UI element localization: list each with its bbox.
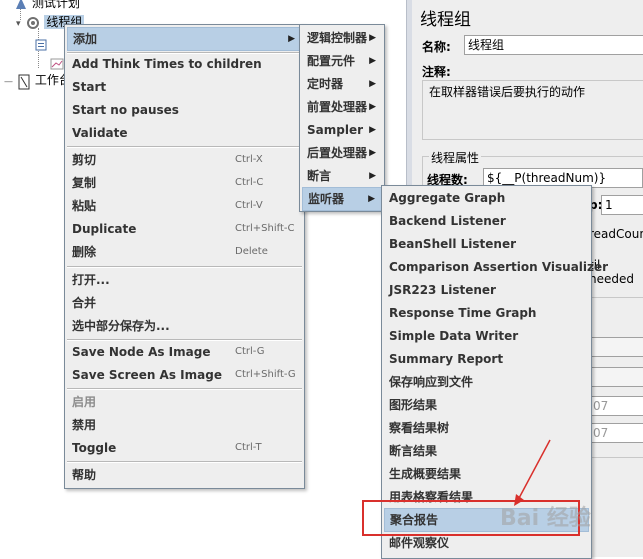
date-field-1[interactable]: 07 (589, 396, 643, 416)
name-label: 名称: (422, 40, 451, 54)
ramp-up-input[interactable]: 1 (601, 195, 643, 215)
listener-jsr223[interactable]: JSR223 Listener (384, 279, 589, 301)
tree-item-label: 测试计划 (32, 0, 81, 10)
menu-item-save-screen-image[interactable]: Save Screen As Image Ctrl+Shift-G (67, 364, 302, 386)
menu-item-merge[interactable]: 合并 (67, 292, 302, 314)
menu-item-validate[interactable]: Validate (67, 122, 302, 144)
watermark: Bai 经验 (500, 506, 591, 531)
panel-title: 线程组 (420, 10, 471, 30)
gear-icon (26, 16, 40, 30)
end-time-input[interactable] (589, 367, 643, 387)
submenu-item-timer[interactable]: 定时器 ▶ (302, 73, 382, 95)
workbench-icon (17, 74, 31, 89)
chevron-right-icon: ▶ (369, 148, 376, 158)
add-submenu: 逻辑控制器 ▶ 配置元件 ▶ 定时器 ▶ 前置处理器 ▶ Sampler ▶ 后置处理器 ▶… (299, 24, 385, 212)
on-error-title: 在取样器错误后要执行的动作 (429, 85, 586, 99)
menu-item-disable[interactable]: 禁用 (67, 414, 302, 436)
loop-count-text: readCoun (589, 227, 643, 241)
chevron-right-icon: ▶ (369, 33, 376, 43)
menu-item-start-no-pauses[interactable]: Start no pauses (67, 99, 302, 121)
test-plan-icon (14, 0, 28, 11)
menu-item-save-selection[interactable]: 选中部分保存为... (67, 315, 302, 337)
menu-item-duplicate[interactable]: Duplicate Ctrl+Shift-C (67, 218, 302, 240)
graph-icon (50, 57, 64, 71)
listener-response-time-graph[interactable]: Response Time Graph (384, 302, 589, 324)
start-time-input[interactable] (589, 337, 643, 357)
on-error-group: 在取样器错误后要执行的动作 (422, 80, 643, 140)
tree-item-child[interactable] (34, 35, 52, 53)
tree-item-workbench[interactable]: — 工作台 (4, 71, 71, 89)
menu-item-help[interactable]: 帮助 (67, 464, 302, 486)
submenu-item-listener[interactable]: 监听器 ▶ (302, 187, 382, 211)
listener-aggregate-graph[interactable]: Aggregate Graph (384, 187, 589, 209)
listener-graph-results[interactable]: 图形结果 (384, 394, 589, 416)
chevron-right-icon: ▶ (369, 79, 376, 89)
date-field-2[interactable]: 07 (589, 423, 643, 443)
config-icon (34, 38, 48, 52)
menu-item-paste[interactable]: 粘贴 Ctrl-V (67, 195, 302, 217)
thread-props-title: 线程属性 (429, 149, 482, 166)
name-input[interactable]: 线程组 (464, 35, 643, 55)
submenu-item-pre-processor[interactable]: 前置处理器 ▶ (302, 96, 382, 118)
listener-comparison-assertion[interactable]: Comparison Assertion Visualizer (384, 256, 608, 278)
listener-beanshell[interactable]: BeanShell Listener (384, 233, 589, 255)
chevron-right-icon: ▶ (368, 194, 375, 204)
submenu-item-sampler[interactable]: Sampler ▶ (302, 119, 382, 141)
menu-item-enable: 启用 (72, 395, 97, 409)
menu-item-copy[interactable]: 复制 Ctrl-C (67, 172, 302, 194)
menu-item-save-node-image[interactable]: Save Node As Image Ctrl-G (67, 341, 302, 363)
comment-label: 注释: (422, 65, 451, 79)
tree-item-test-plan[interactable]: 测试计划 (14, 0, 80, 12)
menu-item-open[interactable]: 打开... (67, 269, 302, 291)
listener-save-response[interactable]: 保存响应到文件 (384, 371, 589, 393)
listener-backend[interactable]: Backend Listener (384, 210, 589, 232)
submenu-item-logic-controller[interactable]: 逻辑控制器 ▶ (302, 27, 382, 49)
menu-item-toggle[interactable]: Toggle Ctrl-T (67, 437, 302, 459)
chevron-right-icon: ▶ (288, 34, 295, 44)
context-menu: 添加 ▶ Add Think Times to children Start S… (64, 24, 305, 489)
chevron-right-icon: ▶ (369, 56, 376, 66)
submenu-item-assertion[interactable]: 断言 ▶ (302, 165, 382, 187)
submenu-item-post-processor[interactable]: 后置处理器 ▶ (302, 142, 382, 164)
chevron-right-icon: ▶ (369, 102, 376, 112)
annotation-arrow-icon (514, 439, 551, 506)
menu-item-add-think-times[interactable]: Add Think Times to children (67, 53, 302, 75)
menu-item-add[interactable]: 添加 ▶ (67, 27, 302, 51)
menu-item-start[interactable]: Start (67, 76, 302, 98)
menu-item-cut[interactable]: 剪切 Ctrl-X (67, 149, 302, 171)
menu-item-delete[interactable]: 删除 Delete (67, 241, 302, 263)
submenu-item-config-element[interactable]: 配置元件 ▶ (302, 50, 382, 72)
chevron-right-icon: ▶ (369, 125, 376, 135)
chevron-right-icon: ▶ (369, 171, 376, 181)
listener-simple-data-writer[interactable]: Simple Data Writer (384, 325, 589, 347)
listener-summary-report[interactable]: Summary Report (384, 348, 589, 370)
